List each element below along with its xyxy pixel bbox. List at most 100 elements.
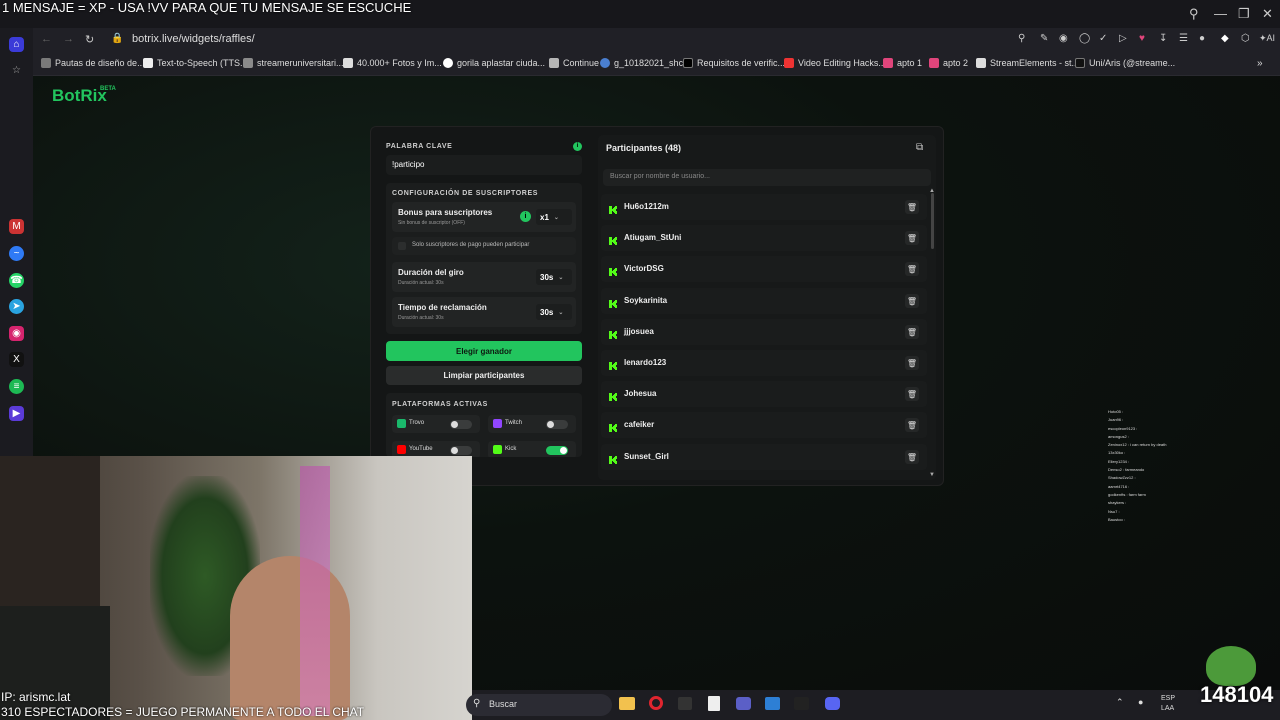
bookmark-item[interactable]: Uni/Aris (@streame...: [1075, 58, 1175, 68]
browser-search-icon[interactable]: ⚲: [1189, 6, 1199, 22]
bonus-info-icon[interactable]: i: [520, 211, 531, 222]
discord-icon[interactable]: [825, 697, 840, 710]
participant-search-input[interactable]: Buscar por nombre de usuario...: [603, 169, 931, 186]
check-icon[interactable]: ✓: [1099, 33, 1107, 44]
bookmark-item[interactable]: gorila aplastar ciuda...: [443, 58, 545, 68]
trash-icon[interactable]: 🗑: [905, 418, 919, 432]
play-icon[interactable]: ▷: [1119, 33, 1127, 44]
cube-icon[interactable]: ⬡: [1241, 33, 1250, 44]
download-icon[interactable]: ↧: [1159, 33, 1167, 44]
info-icon[interactable]: i: [573, 142, 582, 151]
zoom-icon[interactable]: ⚲: [1018, 33, 1025, 44]
instagram-icon[interactable]: ◉: [9, 326, 24, 341]
spin-duration-select[interactable]: 30s ⌄: [536, 269, 572, 285]
platform-trovo[interactable]: Trovo: [392, 415, 480, 433]
bookmark-item[interactable]: 40.000+ Fotos y Im...: [343, 58, 442, 68]
forward-icon[interactable]: →: [63, 33, 74, 45]
tray-chevron-icon[interactable]: ⌃: [1116, 697, 1124, 708]
paid-only-checkbox[interactable]: [398, 242, 406, 250]
shield-icon[interactable]: ◯: [1079, 33, 1090, 44]
participant-row[interactable]: Sunset_Girl 🗑: [601, 444, 927, 470]
ai-button[interactable]: ✦AI: [1259, 33, 1275, 44]
trovo-toggle[interactable]: [450, 420, 472, 429]
platform-kick[interactable]: Kick: [488, 441, 576, 457]
menu-icon[interactable]: ☰: [1179, 33, 1188, 44]
maximize-icon[interactable]: ❐: [1238, 6, 1250, 22]
trash-icon[interactable]: 🗑: [905, 262, 919, 276]
taskbar-search[interactable]: ⚲ Buscar: [466, 694, 612, 716]
participant-row[interactable]: lenardo123 🗑: [601, 350, 927, 376]
notepad-icon[interactable]: [708, 696, 720, 711]
bookmark-item[interactable]: StreamElements - st...: [976, 58, 1079, 68]
store-icon[interactable]: [765, 697, 780, 710]
paid-only-row[interactable]: Solo suscriptores de pago pueden partici…: [392, 237, 576, 255]
bookmark-item[interactable]: Continue: [549, 58, 599, 68]
bookmark-item[interactable]: streameruniversitari...: [243, 58, 344, 68]
participant-row[interactable]: VictorDSG 🗑: [601, 256, 927, 282]
back-icon[interactable]: ←: [41, 33, 52, 45]
bookmark-item[interactable]: apto 1: [883, 58, 922, 68]
pick-winner-button[interactable]: Elegir ganador: [386, 341, 582, 361]
trash-icon[interactable]: 🗑: [905, 200, 919, 214]
camera-icon[interactable]: ◉: [1059, 33, 1068, 44]
platform-twitch[interactable]: Twitch: [488, 415, 576, 433]
participant-row[interactable]: cafeiker 🗑: [601, 412, 927, 438]
language-indicator[interactable]: ESP LAA: [1161, 694, 1175, 714]
spin-duration-subtitle: Duración actual: 30s: [398, 280, 444, 286]
app-icon[interactable]: [678, 697, 692, 710]
player-icon[interactable]: ▶: [9, 406, 24, 421]
close-icon[interactable]: ✕: [1262, 6, 1273, 22]
bookmarks-more-icon[interactable]: »: [1257, 58, 1263, 69]
opera-icon[interactable]: [649, 696, 663, 710]
minimize-icon[interactable]: —: [1214, 6, 1227, 21]
star-icon[interactable]: ☆: [9, 63, 24, 78]
keyword-input[interactable]: !participo: [386, 155, 582, 175]
bookmark-item[interactable]: g_10182021_shcc: [600, 58, 688, 68]
heart-icon[interactable]: ♥: [1139, 33, 1145, 44]
bookmark-item[interactable]: Text-to-Speech (TTS...: [143, 58, 248, 68]
twitch-toggle[interactable]: [546, 420, 568, 429]
x-icon[interactable]: X: [9, 352, 24, 367]
trash-icon[interactable]: 🗑: [905, 387, 919, 401]
participant-row[interactable]: jjjosuea 🗑: [601, 319, 927, 345]
trash-icon[interactable]: 🗑: [905, 294, 919, 308]
participant-row[interactable]: Hu6o1212m 🗑: [601, 194, 927, 220]
gmail-icon[interactable]: M: [9, 219, 24, 234]
scrollbar-thumb[interactable]: [931, 193, 934, 249]
claim-time-select[interactable]: 30s ⌄: [536, 304, 572, 320]
trash-icon[interactable]: 🗑: [905, 356, 919, 370]
telegram-icon[interactable]: ➤: [9, 299, 24, 314]
kick-toggle[interactable]: [546, 446, 568, 455]
url-text[interactable]: botrix.live/widgets/raffles/: [132, 33, 255, 45]
teams-icon[interactable]: [736, 697, 751, 710]
extension-icon[interactable]: ◆: [1221, 33, 1229, 44]
whatsapp-icon[interactable]: ☎: [9, 273, 24, 288]
trash-icon[interactable]: 🗑: [905, 450, 919, 464]
participant-row[interactable]: Johesua 🗑: [601, 381, 927, 407]
bookmark-item[interactable]: Video Editing Hacks...: [784, 58, 886, 68]
participant-row[interactable]: Soykarinita 🗑: [601, 288, 927, 314]
participant-row[interactable]: Atiugam_StUni 🗑: [601, 225, 927, 251]
botrix-logo[interactable]: BotRix: [52, 86, 107, 106]
profile-icon[interactable]: ●: [1199, 33, 1205, 44]
edit-icon[interactable]: ✎: [1040, 33, 1048, 44]
game-icon[interactable]: [794, 697, 809, 710]
bookmark-item[interactable]: Requisitos de verific...: [683, 58, 785, 68]
scroll-down-icon[interactable]: ▼: [929, 472, 935, 478]
platform-youtube[interactable]: YouTube: [392, 441, 480, 457]
file-explorer-icon[interactable]: [619, 697, 635, 710]
trash-icon[interactable]: 🗑: [905, 325, 919, 339]
reload-icon[interactable]: ↻: [85, 33, 94, 46]
trash-icon[interactable]: 🗑: [905, 231, 919, 245]
spotify-icon[interactable]: ≡: [9, 379, 24, 394]
bookmark-item[interactable]: Pautas de diseño de...: [41, 58, 145, 68]
mic-icon[interactable]: ●: [1138, 697, 1143, 707]
copy-icon[interactable]: ⧉: [916, 142, 923, 153]
home-icon[interactable]: ⌂: [9, 37, 24, 52]
bookmark-item[interactable]: apto 2: [929, 58, 968, 68]
messenger-icon[interactable]: ~: [9, 246, 24, 261]
scroll-up-icon[interactable]: ▲: [929, 188, 935, 194]
bonus-select[interactable]: x1 ⌄: [536, 209, 572, 225]
clear-participants-button[interactable]: Limpiar participantes: [386, 366, 582, 385]
youtube-toggle[interactable]: [450, 446, 472, 455]
